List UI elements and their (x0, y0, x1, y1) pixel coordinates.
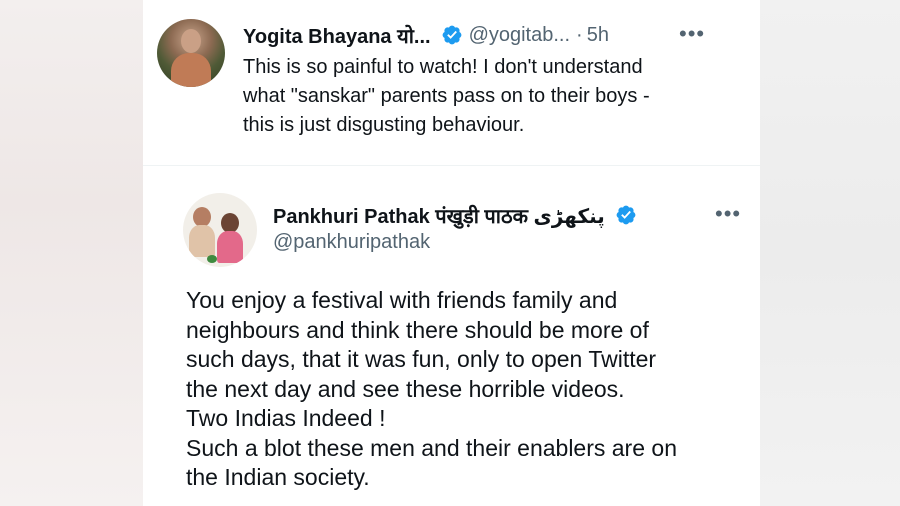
avatar[interactable] (183, 193, 257, 267)
avatar-body (171, 53, 211, 87)
more-options-icon[interactable]: ••• (715, 203, 741, 225)
separator-dot: · (576, 23, 583, 46)
avatar-person (193, 207, 211, 227)
tweet-card: Yogita Bhayana यो... @yogitab... · 5h ••… (143, 0, 760, 506)
more-options-icon[interactable]: ••• (679, 23, 705, 45)
avatar-person-body (189, 225, 215, 257)
avatar-plant (207, 255, 217, 263)
tweet-text-line: Such a blot these men and their enablers… (186, 434, 677, 461)
avatar-face (181, 29, 201, 53)
tweet-text-line: neighbours and think there should be mor… (186, 316, 649, 343)
display-name[interactable]: Pankhuri Pathak पंखुड़ी पाठक پنکھڑی (273, 202, 605, 229)
tweet-text-line: This is so painful to watch! I don't und… (243, 56, 643, 78)
tweet-text: This is so painful to watch! I don't und… (243, 53, 743, 140)
blurred-background-right (760, 0, 900, 506)
avatar[interactable] (157, 19, 225, 87)
user-handle[interactable]: @yogitab... (469, 24, 570, 47)
verified-badge-icon (616, 205, 636, 225)
tweet-header: Yogita Bhayana यो... @yogitab... · 5h (243, 20, 609, 50)
avatar-person (221, 213, 239, 233)
tweet-text-line: this is just disgusting behaviour. (243, 114, 525, 136)
tweet-text-line: the next day and see these horrible vide… (186, 375, 625, 402)
avatar-person-body (217, 231, 243, 263)
tweet-text-line: what "sanskar" parents pass on to their … (243, 85, 650, 107)
blurred-background-left (0, 0, 143, 506)
tweet-text-line: Two Indias Indeed ! (186, 405, 386, 431)
verified-badge-icon (442, 25, 461, 45)
tweet-text-line: the Indian society. (186, 464, 370, 490)
tweet-text: You enjoy a festival with friends family… (186, 286, 746, 493)
user-handle[interactable]: @pankhuripathak (273, 231, 430, 254)
tweet-header: Pankhuri Pathak पंखुड़ी पाठक پنکھڑی (273, 200, 643, 230)
tweet-text-line: You enjoy a festival with friends family… (186, 287, 618, 313)
timestamp[interactable]: 5h (587, 24, 609, 47)
display-name[interactable]: Yogita Bhayana यो... (243, 22, 431, 49)
quote-tweet[interactable]: Yogita Bhayana यो... @yogitab... · 5h ••… (143, 0, 760, 166)
tweet-text-line: such days, that it was fun, only to open… (186, 346, 657, 372)
screenshot-stage: Yogita Bhayana यो... @yogitab... · 5h ••… (0, 0, 900, 506)
